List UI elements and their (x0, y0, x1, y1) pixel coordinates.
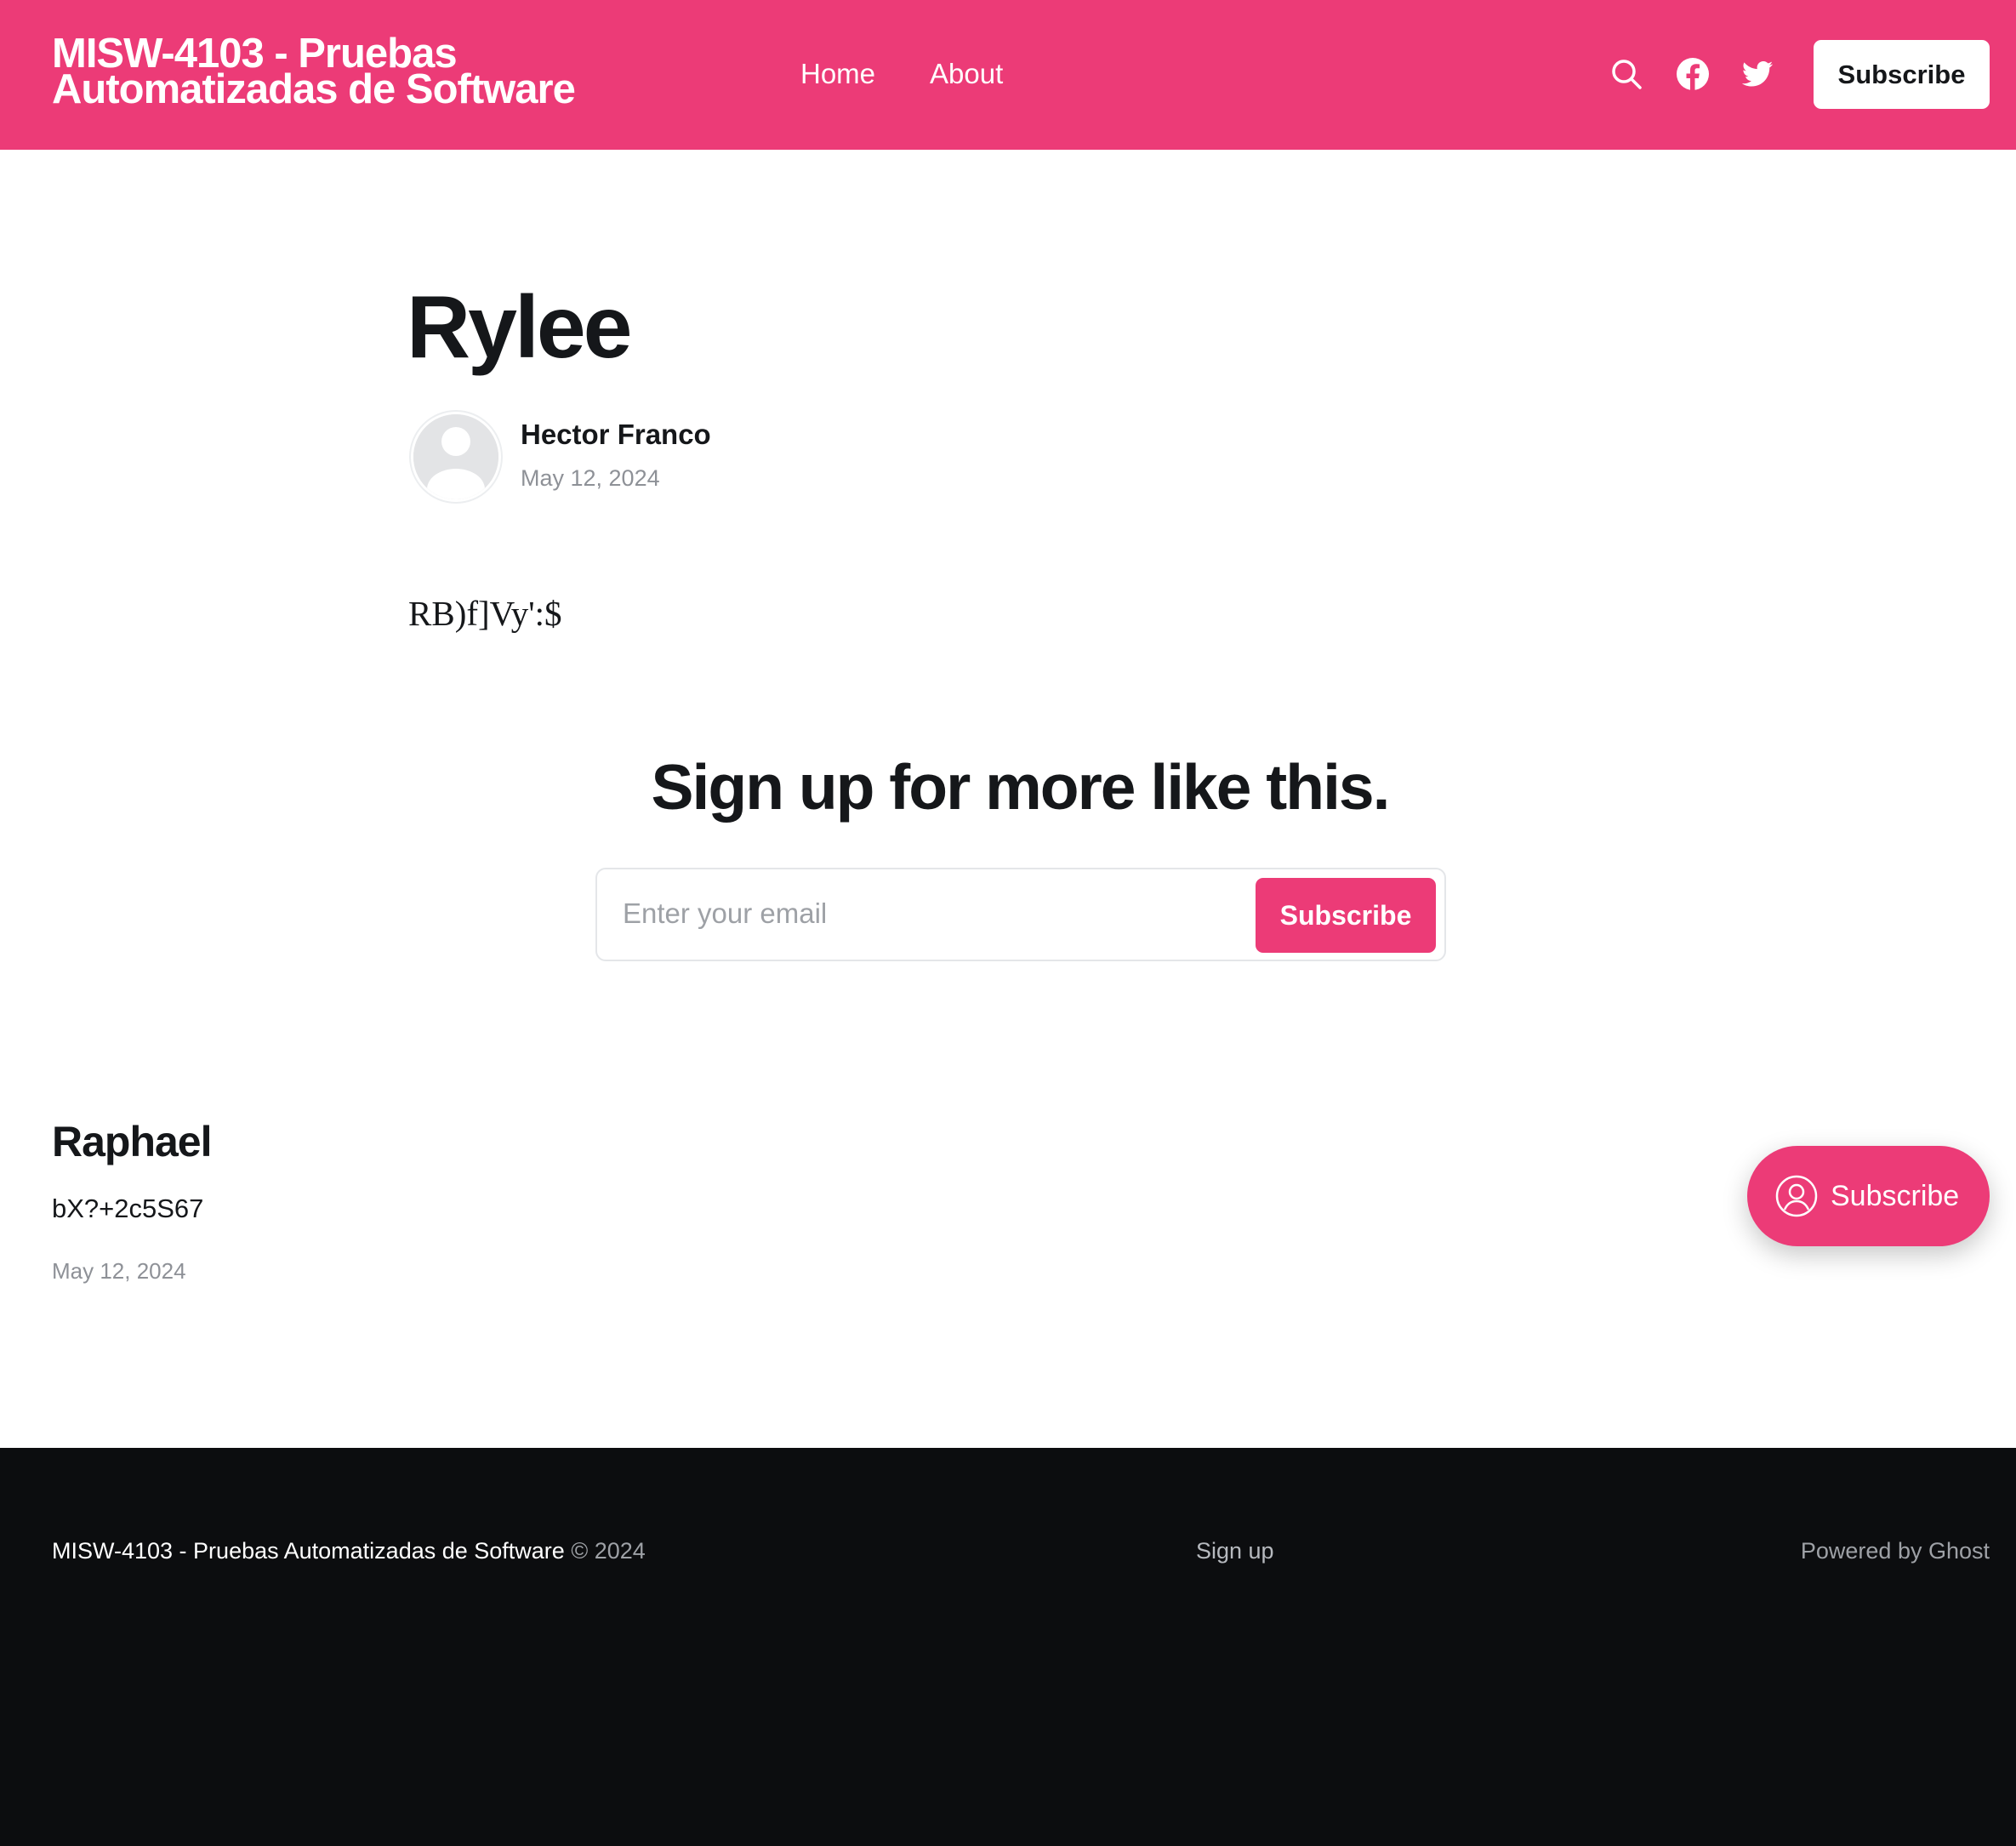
cta-subscribe-button[interactable]: Subscribe (1256, 878, 1436, 953)
nav-item-about[interactable]: About (930, 58, 1003, 90)
post-title: Rylee (407, 278, 633, 377)
footer-copyright: MISW-4103 - Pruebas Automatizadas de Sof… (52, 1538, 646, 1564)
author-avatar[interactable] (411, 412, 501, 502)
related-post-title[interactable]: Raphael (52, 1117, 213, 1166)
cta-heading: Sign up for more like this. (651, 751, 1391, 823)
site-header: MISW-4103 - Pruebas Automatizadas de Sof… (0, 0, 2016, 150)
footer-signup-link[interactable]: Sign up (1196, 1538, 1274, 1564)
post-body: RB)f]Vy':$ (408, 594, 562, 633)
post-date: May 12, 2024 (521, 465, 660, 491)
related-post-date: May 12, 2024 (52, 1258, 186, 1284)
signup-form: Enter your email Subscribe (595, 868, 1446, 961)
nav-item-home[interactable]: Home (800, 58, 875, 90)
site-footer: MISW-4103 - Pruebas Automatizadas de Sof… (0, 1448, 2016, 1846)
facebook-icon[interactable] (1675, 56, 1711, 92)
footer-site-name[interactable]: MISW-4103 - Pruebas Automatizadas de Sof… (52, 1538, 565, 1564)
search-icon[interactable] (1609, 56, 1644, 92)
site-title[interactable]: MISW-4103 - Pruebas Automatizadas de Sof… (52, 33, 741, 111)
portal-subscribe-label: Subscribe (1831, 1179, 1960, 1212)
author-name[interactable]: Hector Franco (521, 419, 711, 451)
header-subscribe-button[interactable]: Subscribe (1814, 40, 1990, 109)
related-post-excerpt: bX?+2c5S67 (52, 1194, 204, 1223)
twitter-icon[interactable] (1740, 56, 1775, 92)
footer-year: © 2024 (571, 1538, 646, 1564)
portal-subscribe-button[interactable]: Subscribe (1747, 1146, 1990, 1246)
main-nav: Home About (800, 58, 1003, 90)
user-circle-icon (1774, 1174, 1819, 1218)
powered-by-ghost-link[interactable]: Powered by Ghost (1801, 1538, 1990, 1564)
email-input[interactable]: Enter your email (623, 897, 827, 930)
